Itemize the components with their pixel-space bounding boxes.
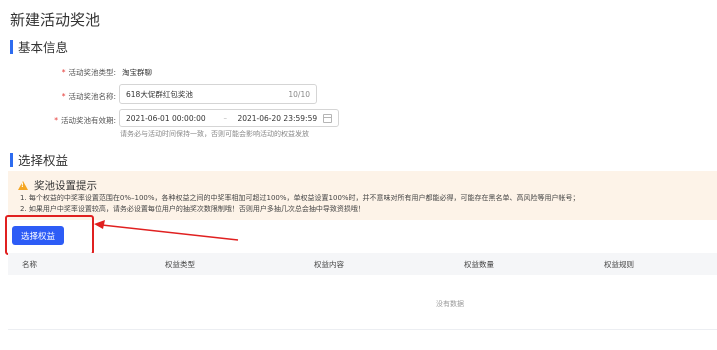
pool-settings-alert: 奖池设置提示 1. 每个权益的中奖率设置范围在0%–100%，各种权益之间的中奖… <box>8 171 717 220</box>
pool-type-label: * 活动奖池类型: <box>61 68 116 77</box>
column-header-rules: 权益规则 <box>604 260 634 269</box>
section-basic-info: 基本信息 <box>10 37 68 56</box>
column-header-content: 权益内容 <box>314 260 344 269</box>
section-accent-bar <box>10 152 13 167</box>
section-title: 选择权益 <box>18 153 69 168</box>
pool-name-input[interactable]: 618大促群红包奖池 10/10 <box>119 84 317 104</box>
alert-line-2: 2. 如果用户中奖率设置较高，请务必设置每位用户的抽奖次数限制哦！否则用户多抽几… <box>20 205 365 213</box>
alert-title: 奖池设置提示 <box>18 178 97 193</box>
pool-name-label: * 活动奖池名称: <box>61 92 116 101</box>
section-accent-bar <box>10 39 13 54</box>
required-mark: * <box>61 92 66 101</box>
page-title: 新建活动奖池 <box>10 11 101 29</box>
range-separator: – <box>223 114 228 122</box>
pool-name-value: 618大促群红包奖池 <box>126 89 193 99</box>
end-date[interactable]: 2021-06-20 23:59:59 <box>237 114 323 123</box>
required-mark: * <box>61 68 66 77</box>
select-benefits-button[interactable]: 选择权益 <box>12 226 64 245</box>
alert-line-1: 1. 每个权益的中奖率设置范围在0%–100%，各种权益之间的中奖率相加可超过1… <box>20 194 580 202</box>
section-select-benefits: 选择权益 <box>10 150 68 169</box>
start-date[interactable]: 2021-06-01 00:00:00 <box>126 114 224 123</box>
section-title: 基本信息 <box>18 40 69 55</box>
table-bottom-border <box>8 329 717 330</box>
calendar-icon[interactable] <box>323 113 332 123</box>
char-counter: 10/10 <box>288 89 310 99</box>
pool-type-value: 淘宝群聊 <box>122 68 152 77</box>
validity-label: * 活动奖池有效期: <box>54 116 116 125</box>
date-range-picker[interactable]: 2021-06-01 00:00:00 – 2021-06-20 23:59:5… <box>119 109 339 127</box>
column-header-type: 权益类型 <box>165 260 195 269</box>
benefits-table-header: 名称 权益类型 权益内容 权益数量 权益规则 <box>8 253 717 275</box>
required-mark: * <box>54 116 58 125</box>
column-header-quantity: 权益数量 <box>464 260 494 269</box>
annotation-arrow <box>94 220 239 241</box>
column-header-name: 名称 <box>22 260 37 269</box>
table-empty-text: 没有数据 <box>436 300 464 308</box>
validity-hint: 请务必与活动时间保持一致，否则可能会影响活动的权益发放 <box>120 130 309 138</box>
warning-icon <box>18 181 28 190</box>
